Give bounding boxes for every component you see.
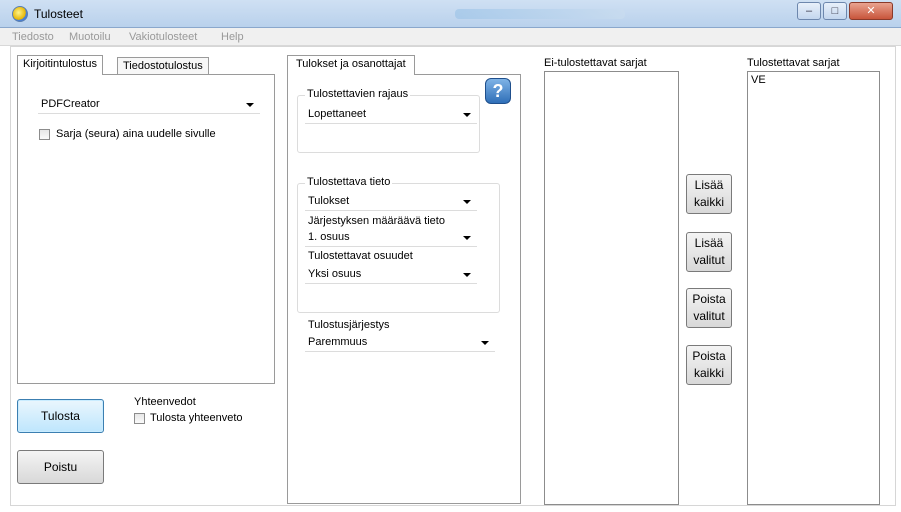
print-button[interactable]: Tulosta xyxy=(17,399,104,433)
summary-checkbox[interactable] xyxy=(134,413,145,424)
new-page-checkbox-label: Sarja (seura) aina uudelle sivulle xyxy=(56,128,216,140)
order-select-value: 1. osuus xyxy=(308,231,350,243)
info-select-value: Tulokset xyxy=(308,195,350,207)
add-all-label-2: kaikki xyxy=(693,195,724,209)
help-question-icon[interactable]: ? xyxy=(485,78,511,104)
add-selected-button[interactable]: Lisää valitut xyxy=(686,232,732,272)
remove-selected-label-2: valitut xyxy=(693,309,725,323)
chevron-down-icon xyxy=(463,273,471,277)
tab-tulokset-ja-osanottajat[interactable]: Tulokset ja osanottajat xyxy=(287,55,415,75)
new-page-checkbox[interactable] xyxy=(39,129,50,140)
remove-selected-label-1: Poista xyxy=(692,292,726,306)
minimize-button[interactable]: – xyxy=(797,2,821,20)
printer-select[interactable]: PDFCreator xyxy=(38,96,260,114)
printer-panel xyxy=(17,74,275,384)
sort-label: Tulostusjärjestys xyxy=(308,319,390,331)
exit-button[interactable]: Poistu xyxy=(17,450,104,484)
remove-all-button[interactable]: Poista kaikki xyxy=(686,345,732,385)
tab-tiedostotulostus[interactable]: Tiedostotulostus xyxy=(117,57,209,75)
legs-label: Tulostettavat osuudet xyxy=(308,250,413,262)
limit-group-title: Tulostettavien rajaus xyxy=(305,88,411,100)
chevron-down-icon xyxy=(463,113,471,117)
chevron-down-icon xyxy=(463,236,471,240)
included-series-list[interactable]: VE xyxy=(747,71,880,505)
menu-tiedosto[interactable]: Tiedosto xyxy=(12,31,54,43)
legs-select-value: Yksi osuus xyxy=(308,268,362,280)
menu-bar: Tiedosto Muotoilu Vakiotulosteet Help xyxy=(0,28,901,46)
add-selected-label-2: valitut xyxy=(693,253,725,267)
menu-muotoilu[interactable]: Muotoilu xyxy=(69,31,111,43)
remove-selected-button[interactable]: Poista valitut xyxy=(686,288,732,328)
chevron-down-icon xyxy=(246,103,254,107)
chevron-down-icon xyxy=(463,200,471,204)
limit-select-value: Lopettaneet xyxy=(308,108,367,120)
menu-help[interactable]: Help xyxy=(221,31,244,43)
add-all-label-1: Lisää xyxy=(694,178,724,192)
remove-all-label-2: kaikki xyxy=(693,366,724,380)
tab-kirjoitintulostus[interactable]: Kirjoitintulostus xyxy=(17,55,103,75)
sort-select-value: Paremmuus xyxy=(308,336,368,348)
sort-select[interactable]: Paremmuus xyxy=(305,334,495,352)
maximize-button[interactable]: □ xyxy=(823,2,847,20)
close-button[interactable]: ✕ xyxy=(849,2,893,20)
remove-all-label-1: Poista xyxy=(692,349,726,363)
summaries-title: Yhteenvedot xyxy=(134,396,196,408)
menu-vakiotulosteet[interactable]: Vakiotulosteet xyxy=(129,31,197,43)
order-select[interactable]: 1. osuus xyxy=(305,229,477,247)
printer-select-value: PDFCreator xyxy=(41,98,100,110)
app-icon xyxy=(12,6,28,22)
legs-select[interactable]: Yksi osuus xyxy=(305,266,477,284)
info-select[interactable]: Tulokset xyxy=(305,193,477,211)
excluded-series-title: Ei-tulostettavat sarjat xyxy=(544,57,647,69)
chevron-down-icon xyxy=(481,341,489,345)
add-selected-label-1: Lisää xyxy=(694,236,724,250)
limit-group xyxy=(297,95,480,153)
order-label: Järjestyksen määräävä tieto xyxy=(308,215,445,227)
title-bar-blur xyxy=(455,9,625,19)
excluded-series-list[interactable] xyxy=(544,71,679,505)
summary-checkbox-label: Tulosta yhteenveto xyxy=(150,412,243,424)
add-all-button[interactable]: Lisää kaikki xyxy=(686,174,732,214)
info-group-title: Tulostettava tieto xyxy=(305,176,393,188)
limit-select[interactable]: Lopettaneet xyxy=(305,106,477,124)
included-series-title: Tulostettavat sarjat xyxy=(747,57,840,69)
window-title: Tulosteet xyxy=(34,7,83,21)
title-bar: Tulosteet – □ ✕ xyxy=(0,0,901,28)
list-item[interactable]: VE xyxy=(751,74,766,86)
